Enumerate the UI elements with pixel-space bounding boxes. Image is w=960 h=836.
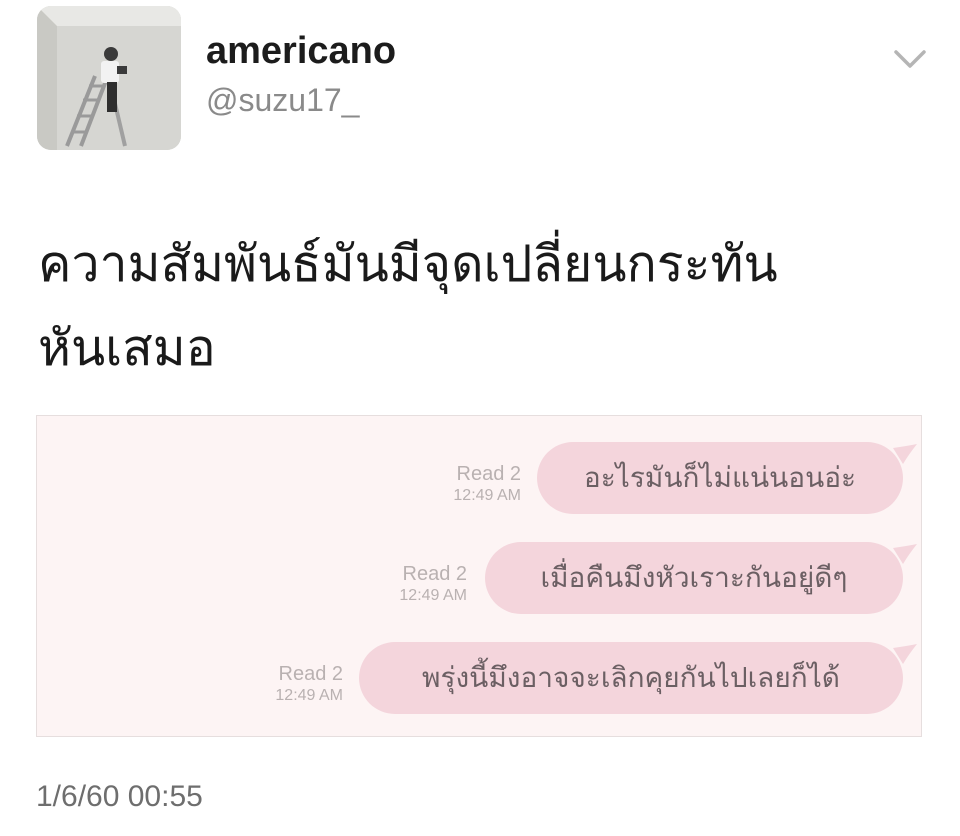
message-time: 12:49 AM (399, 587, 467, 604)
read-receipt: Read 2 (456, 463, 522, 485)
message-bubble: เมื่อคืนมึงหัวเราะกันอยู่ดีๆ (485, 542, 903, 614)
message-meta: Read 2 12:49 AM (417, 462, 521, 506)
display-name[interactable]: americano (206, 30, 396, 73)
bubble-tail-icon (893, 644, 917, 664)
chevron-down-icon[interactable] (890, 44, 930, 72)
tweet-text-line-1: ความสัมพันธ์มันมีจุดเปลี่ยนกระทัน (38, 235, 778, 293)
message-meta: Read 2 12:49 AM (239, 662, 343, 706)
tweet-text-line-2: หันเสมอ (38, 319, 216, 377)
bubble-tail-icon (893, 444, 917, 464)
message-time: 12:49 AM (453, 487, 521, 504)
profile-photo (37, 6, 181, 150)
message-bubble: อะไรมันก็ไม่แน่นอนอ่ะ (537, 442, 903, 514)
message-meta: Read 2 12:49 AM (363, 562, 467, 606)
user-handle[interactable]: @suzu17_ (206, 82, 359, 119)
avatar[interactable] (37, 6, 181, 150)
message-time: 12:49 AM (275, 687, 343, 704)
bubble-tail-icon (893, 544, 917, 564)
read-receipt: Read 2 (402, 563, 468, 585)
tweet-timestamp[interactable]: 1/6/60 00:55 (36, 780, 203, 814)
message-bubble: พรุ่งนี้มึงอาจจะเลิกคุยกันไปเลยก็ได้ (359, 642, 903, 714)
read-receipt: Read 2 (278, 663, 344, 685)
tweet-text: ความสัมพันธ์มันมีจุดเปลี่ยนกระทัน หันเสม… (38, 222, 918, 390)
chat-screenshot: Read 2 12:49 AM อะไรมันก็ไม่แน่นอนอ่ะ Re… (36, 415, 922, 737)
